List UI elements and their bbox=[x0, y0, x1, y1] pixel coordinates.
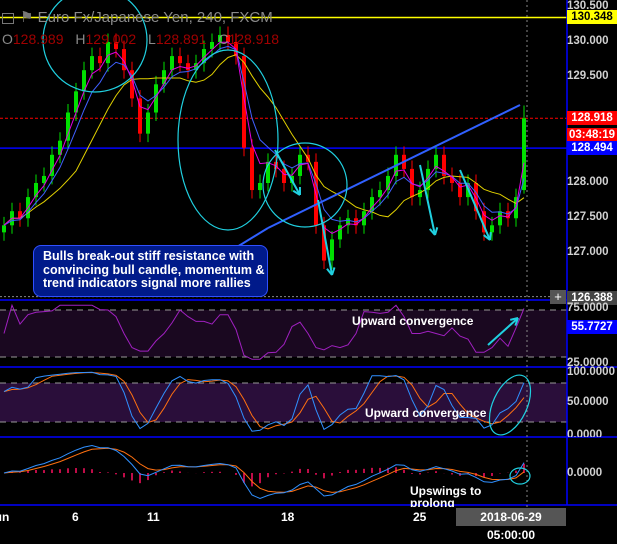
breakout-ellipse bbox=[262, 142, 348, 228]
candle-body bbox=[178, 56, 182, 64]
price-tick: 129.500 bbox=[567, 70, 609, 82]
candle-body bbox=[330, 239, 334, 261]
date-label: 6 bbox=[72, 510, 79, 524]
date-label: 18 bbox=[281, 510, 295, 524]
ohlc-label: L bbox=[148, 31, 156, 47]
candle-body bbox=[90, 56, 94, 71]
resistance-tag: 128.494 bbox=[567, 141, 617, 155]
collapse-icon[interactable] bbox=[2, 12, 14, 24]
stoch-tick: 0.0000 bbox=[567, 429, 603, 437]
candle-body bbox=[146, 112, 150, 134]
symbol-title: Euro Fx/Japanese Yen, 240, FXCM bbox=[37, 9, 273, 26]
ohlc-label: C bbox=[218, 31, 229, 47]
candle-body bbox=[258, 183, 262, 191]
low-value: 128.891 bbox=[155, 31, 207, 47]
rsi-value-tag: 55.7727 bbox=[567, 320, 617, 334]
stoch-tick: 100.0000 bbox=[567, 366, 615, 378]
stoch-tick: 50.0000 bbox=[567, 396, 609, 408]
high-value: 129.002 bbox=[85, 31, 137, 47]
price-tick: 127.500 bbox=[567, 211, 609, 223]
candle-body bbox=[282, 168, 286, 183]
price-tick: 127.000 bbox=[567, 246, 609, 258]
rsi-band bbox=[0, 310, 567, 357]
candle-countdown: 03:48:19 bbox=[567, 128, 617, 142]
stoch-annotation: Upward convergence bbox=[365, 406, 487, 420]
open-value: 128.989 bbox=[12, 31, 64, 47]
trendline bbox=[267, 104, 521, 229]
candle-body bbox=[170, 56, 174, 71]
flag-icon: ⚑ bbox=[20, 9, 38, 26]
macd-annotation: Upswings to prolong further bbox=[410, 485, 482, 507]
crosshair-time-label: 2018-06-29 05:00:00 bbox=[456, 508, 566, 542]
rsi-tick: 75.0000 bbox=[567, 302, 609, 314]
candle-body bbox=[338, 225, 342, 240]
candle-body bbox=[250, 147, 254, 191]
top-ellipse-2 bbox=[177, 49, 279, 231]
macd-tick: 0.0000 bbox=[567, 467, 603, 479]
resistance-high-tag: 130.348 bbox=[567, 10, 617, 24]
arrow-icon bbox=[459, 169, 491, 241]
date-label: 25 bbox=[413, 510, 427, 524]
ohlc-label: O bbox=[2, 31, 13, 47]
date-label: Jun bbox=[0, 510, 10, 524]
candle-body bbox=[490, 225, 494, 233]
candle-body bbox=[162, 70, 166, 85]
close-value: 128.918 bbox=[228, 31, 280, 47]
candle-body bbox=[242, 56, 246, 148]
price-tick: 130.000 bbox=[567, 35, 609, 47]
candle-body bbox=[98, 56, 102, 64]
candle-body bbox=[498, 211, 502, 226]
chart-title: ⚑ Euro Fx/Japanese Yen, 240, FXCM bbox=[2, 8, 273, 26]
price-tick: 128.000 bbox=[567, 176, 609, 188]
analysis-callout: Bulls break-out stiff resistance with co… bbox=[33, 245, 268, 297]
arrow-icon bbox=[274, 149, 301, 196]
rsi-annotation: Upward convergence bbox=[352, 314, 474, 328]
date-label: 11 bbox=[147, 510, 160, 524]
last-price-tag: 128.918 bbox=[567, 111, 617, 125]
crosshair-plus-icon[interactable]: + bbox=[550, 290, 566, 304]
candle-body bbox=[2, 225, 6, 233]
ohlc-label: H bbox=[75, 31, 86, 47]
candle-body bbox=[186, 63, 190, 71]
ohlc-readout: O128.989 H129.002 L128.891 C128.918 bbox=[2, 31, 287, 47]
